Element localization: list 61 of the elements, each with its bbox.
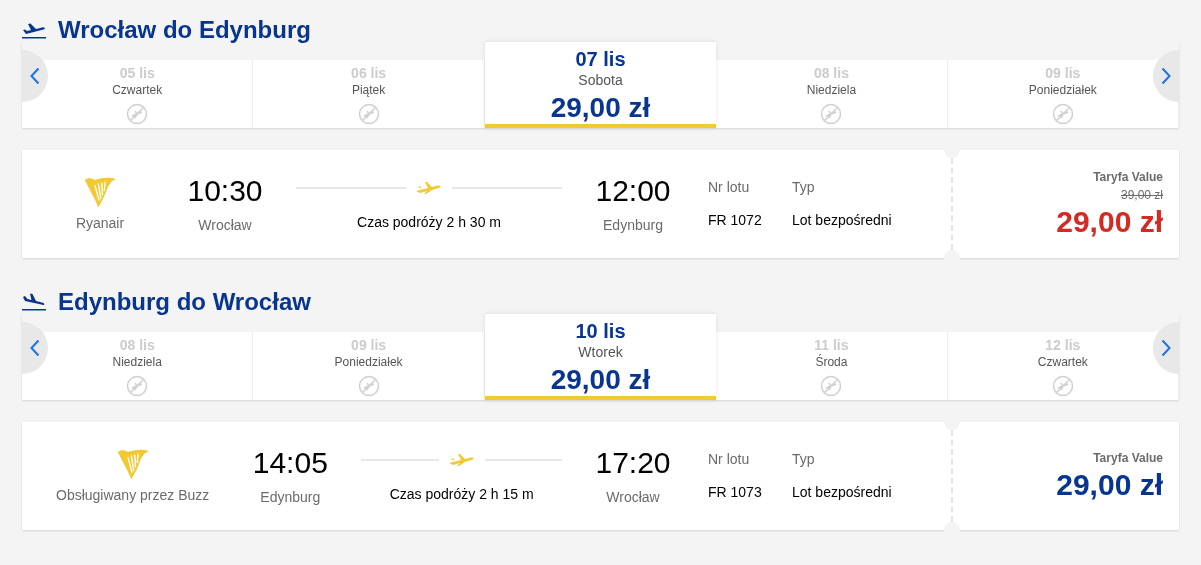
- flight-number-label: Nr lotu: [708, 178, 751, 197]
- departure-city: Wrocław: [198, 215, 252, 235]
- date-label: 07 lis: [575, 47, 626, 72]
- weekday-label: Niedziela: [112, 354, 162, 370]
- airline-name: Ryanair: [75, 213, 125, 233]
- chevron-left-icon: [30, 339, 40, 357]
- weekday-label: Wtorek: [578, 344, 623, 362]
- previous-dates-button[interactable]: [22, 50, 48, 102]
- chevron-right-icon: [1161, 339, 1171, 357]
- chevron-right-icon: [1161, 67, 1171, 85]
- arrival-time: 17:20: [595, 444, 671, 481]
- weekday-label: Sobota: [578, 72, 623, 90]
- departure-time: 14:05: [252, 444, 328, 481]
- weekday-label: Piątek: [351, 82, 386, 98]
- airline-name: Obsługiwany przez Buzz: [56, 485, 210, 505]
- takeoff-icon: [22, 21, 46, 39]
- arrival-time: 12:00: [595, 172, 671, 209]
- flight-number: FR 1072: [708, 211, 763, 230]
- departure-time: 10:30: [187, 172, 263, 209]
- date-tab[interactable]: 10 lis Wtorek 29,00 zł: [484, 314, 717, 400]
- fare-price: 29,00 zł: [550, 362, 651, 397]
- flight-type: Lot bezpośredni: [792, 211, 893, 230]
- date-tab[interactable]: 07 lis Sobota 29,00 zł: [484, 42, 717, 128]
- section-title: Edynburg do Wrocław: [58, 287, 311, 317]
- travel-duration: Czas podróży 2 h 15 m: [389, 484, 534, 504]
- fare-name: Taryfa Value: [1093, 450, 1163, 467]
- section-title: Wrocław do Edynburg: [58, 15, 311, 45]
- weekday-label: Czwartek: [112, 82, 163, 98]
- departure-city: Edynburg: [260, 487, 321, 507]
- travel-duration: Czas podróży 2 h 30 m: [357, 212, 501, 232]
- flight-number-label: Nr lotu: [708, 450, 751, 469]
- weekday-label: Niedziela: [806, 82, 857, 98]
- no-flight-icon: [357, 102, 380, 125]
- arrival-city: Wrocław: [606, 487, 660, 507]
- no-flight-icon: [126, 102, 149, 125]
- flight-price: 29,00 zł: [1056, 467, 1163, 503]
- plane-icon: [416, 181, 442, 194]
- no-flight-icon: [357, 374, 380, 397]
- previous-dates-button[interactable]: [22, 322, 48, 374]
- chevron-left-icon: [30, 67, 40, 85]
- type-label: Typ: [792, 178, 816, 197]
- no-flight-icon: [1051, 374, 1074, 397]
- weekday-label: Czwartek: [1037, 354, 1088, 370]
- landing-icon: [22, 293, 46, 311]
- no-flight-icon: [820, 102, 843, 125]
- date-label: 10 lis: [575, 319, 626, 344]
- flight-number: FR 1073: [708, 483, 763, 502]
- no-flight-icon: [1051, 102, 1074, 125]
- original-price: 39,00 zł: [1120, 187, 1163, 204]
- arrival-city: Edynburg: [603, 215, 663, 235]
- fare-price: 29,00 zł: [550, 90, 651, 125]
- weekday-label: Poniedziałek: [1028, 82, 1097, 98]
- weekday-label: Środa: [815, 354, 848, 370]
- plane-icon: [448, 453, 475, 466]
- flight-type: Lot bezpośredni: [792, 483, 893, 502]
- flight-price: 29,00 zł: [1056, 204, 1163, 240]
- type-label: Typ: [792, 450, 816, 469]
- weekday-label: Poniedziałek: [334, 354, 403, 370]
- no-flight-icon: [820, 374, 843, 397]
- no-flight-icon: [126, 374, 149, 397]
- fare-name: Taryfa Value: [1093, 169, 1163, 186]
